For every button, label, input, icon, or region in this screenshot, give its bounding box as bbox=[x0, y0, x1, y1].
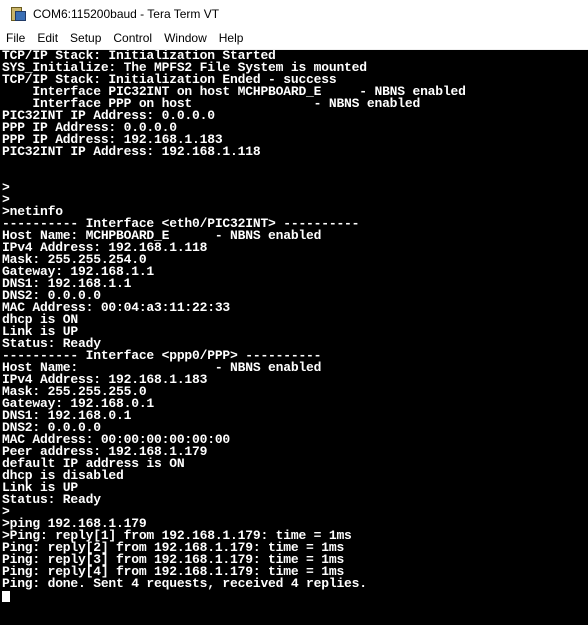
title-bar[interactable]: COM6:115200baud - Tera Term VT bbox=[0, 0, 588, 28]
terminal-line: > bbox=[2, 192, 10, 207]
tera-term-app-icon[interactable] bbox=[9, 6, 26, 22]
tera-term-window: COM6:115200baud - Tera Term VT File Edit… bbox=[0, 0, 588, 625]
menu-edit[interactable]: Edit bbox=[31, 29, 64, 48]
menu-window[interactable]: Window bbox=[158, 29, 213, 48]
text-cursor bbox=[2, 591, 10, 602]
terminal-line: > bbox=[2, 180, 10, 195]
terminal-cursor-line bbox=[2, 590, 466, 602]
menu-file[interactable]: File bbox=[0, 29, 31, 48]
menu-control[interactable]: Control bbox=[107, 29, 158, 48]
window-title: COM6:115200baud - Tera Term VT bbox=[33, 7, 220, 21]
terminal-line: Status: Ready bbox=[2, 492, 101, 507]
menu-setup[interactable]: Setup bbox=[64, 29, 107, 48]
terminal-line: Ping: done. Sent 4 requests, received 4 … bbox=[2, 576, 367, 591]
terminal-screen[interactable]: TCP/IP Stack: Initialization Started SYS_… bbox=[0, 50, 588, 625]
terminal-line: PIC32INT IP Address: 192.168.1.118 bbox=[2, 144, 261, 159]
menu-bar: File Edit Setup Control Window Help bbox=[0, 28, 588, 50]
terminal-output: TCP/IP Stack: Initialization Started SYS_… bbox=[2, 50, 466, 602]
menu-help[interactable]: Help bbox=[213, 29, 250, 48]
